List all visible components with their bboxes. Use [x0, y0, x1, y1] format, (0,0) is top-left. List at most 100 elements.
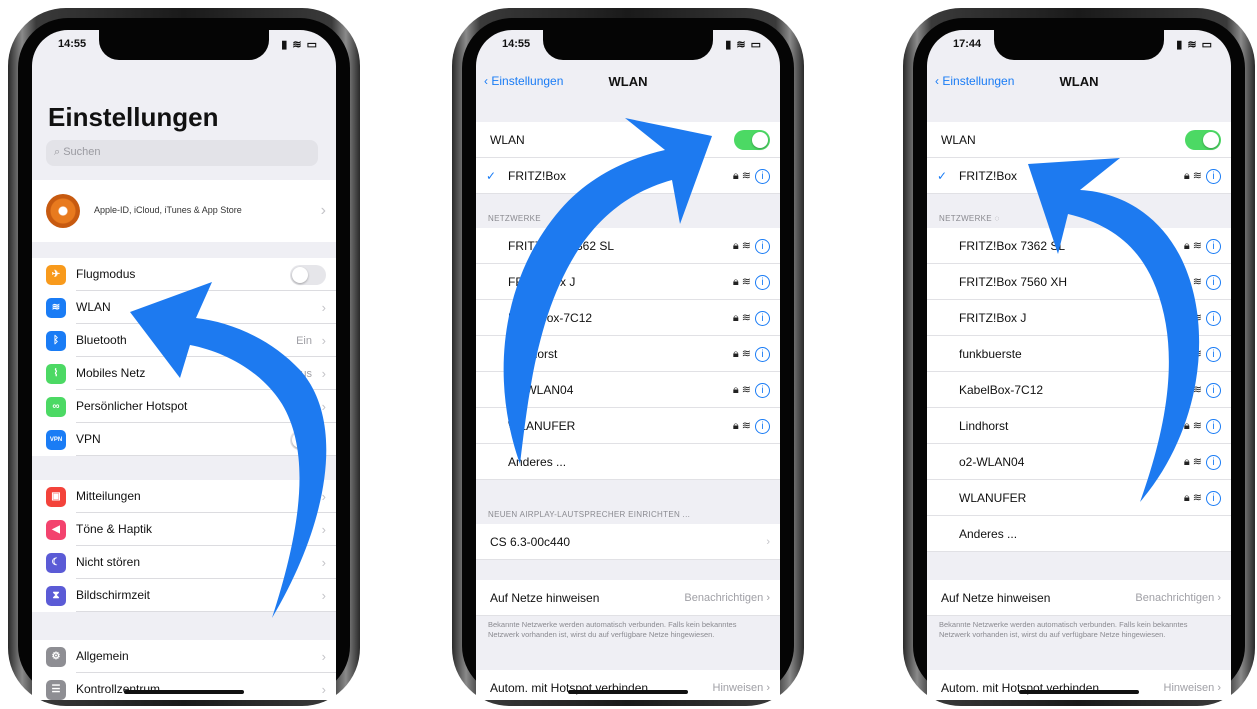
info-icon[interactable]: i — [1206, 310, 1221, 326]
settings-row-vpn[interactable]: VPN VPN — [32, 423, 336, 456]
settings-row-label: Töne & Haptik — [76, 513, 336, 546]
airplay-section-label: NEUEN AIRPLAY-LAUTSPRECHER EINRICHTEN ..… — [488, 510, 691, 519]
wlan-toggle-row: WLAN — [476, 122, 780, 158]
sounds-icon: ◀ — [46, 519, 66, 540]
settings-row-bluetooth[interactable]: ᛒ Bluetooth Ein › — [32, 324, 336, 357]
screen-time-icon: ⧗ — [46, 585, 66, 606]
settings-row-pers-nlicher-hotspot[interactable]: ∞ Persönlicher Hotspot › — [32, 390, 336, 423]
auto-hotspot-row[interactable]: Autom. mit Hotspot verbinden Hinweisen › — [476, 670, 780, 700]
wifi-icon: ≋ — [1192, 420, 1202, 432]
info-icon[interactable]: i — [755, 346, 770, 362]
settings-row-label: Kontrollzentrum — [76, 673, 336, 700]
network-row[interactable]: WLANUFER 🔒︎ ≋ i — [476, 408, 780, 444]
info-icon[interactable]: i — [1206, 382, 1221, 398]
networks-section-label: NETZWERKE ◌ — [939, 214, 1000, 223]
settings-row-kontrollzentrum[interactable]: ☰ Kontrollzentrum › — [32, 673, 336, 700]
wlan-toggle-group: WLAN ✓ FRITZ!Box 🔒︎ ≋ i — [476, 122, 780, 194]
info-icon[interactable]: i — [1206, 454, 1221, 470]
settings-row-allgemein[interactable]: ⚙ Allgemein › — [32, 640, 336, 673]
settings-row-mobiles-netz[interactable]: ⌇ Mobiles Netz us › — [32, 357, 336, 390]
ask-networks-label: Auf Netze hinweisen — [941, 591, 1051, 605]
network-row[interactable]: funkbuerste 🔒︎ ≋ i — [927, 336, 1231, 372]
info-icon[interactable]: i — [755, 168, 770, 184]
flugmodus-toggle[interactable] — [290, 264, 326, 285]
search-input[interactable]: ⌕ Suchen — [46, 140, 318, 166]
connected-network-row[interactable]: ✓ FRITZ!Box 🔒︎ ≋ i — [927, 158, 1231, 194]
network-icons: 🔒︎ ≋ i — [1184, 264, 1221, 300]
search-placeholder: Suchen — [63, 146, 101, 158]
network-row[interactable]: FRITZ!Box 7362 SL 🔒︎ ≋ i — [476, 228, 780, 264]
status-icons: ▮ ≋ ▭ — [281, 39, 318, 51]
connected-network-row[interactable]: ✓ FRITZ!Box 🔒︎ ≋ i — [476, 158, 780, 194]
airplay-device-name: CS 6.3-00c440 — [490, 535, 571, 549]
other-network-row[interactable]: Anderes ... — [927, 516, 1231, 552]
network-row[interactable]: KabelBox-7C12 🔒︎ ≋ i — [476, 300, 780, 336]
info-icon[interactable]: i — [1206, 346, 1221, 362]
wlan-toggle-row: WLAN — [927, 122, 1231, 158]
network-name: o2-WLAN04 — [508, 383, 574, 397]
apple-id-row[interactable]: Apple-ID, iCloud, iTunes & App Store › — [32, 180, 336, 242]
wifi-icon: ≋ — [741, 240, 751, 252]
vpn-toggle[interactable] — [290, 429, 326, 450]
ask-networks-note: Bekannte Netzwerke werden automatisch ve… — [939, 620, 1188, 639]
info-icon[interactable]: i — [1206, 274, 1221, 290]
network-row[interactable]: Lindhorst 🔒︎ ≋ i — [476, 336, 780, 372]
wifi-icon: ≋ — [741, 420, 751, 432]
wlan-label: WLAN — [941, 133, 976, 147]
network-row[interactable]: FRITZ!Box J 🔒︎ ≋ i — [927, 300, 1231, 336]
network-row[interactable]: o2-WLAN04 🔒︎ ≋ i — [927, 444, 1231, 480]
wlan-label: WLAN — [490, 133, 525, 147]
status-time: 14:55 — [502, 38, 531, 50]
lock-icon: 🔒︎ — [732, 170, 739, 182]
settings-row-wlan[interactable]: ≋ WLAN › — [32, 291, 336, 324]
network-row[interactable]: FRITZ!Box 7560 XH 🔒︎ ≋ i — [927, 264, 1231, 300]
nav-bar: ‹ Einstellungen WLAN — [476, 64, 780, 104]
network-icons: 🔒︎ ≋ i — [1184, 228, 1221, 264]
info-icon[interactable]: i — [755, 310, 770, 326]
wifi-icon: ≋ — [741, 276, 751, 288]
settings-row-t-ne-haptik[interactable]: ◀ Töne & Haptik › — [32, 513, 336, 546]
network-name: KabelBox-7C12 — [959, 383, 1044, 397]
other-network-row[interactable]: Anderes ... — [476, 444, 780, 480]
wlan-toggle[interactable] — [1185, 130, 1221, 150]
settings-row-mitteilungen[interactable]: ▣ Mitteilungen › — [32, 480, 336, 513]
avatar — [46, 194, 80, 228]
info-icon[interactable]: i — [755, 274, 770, 290]
settings-group-connectivity: ✈ Flugmodus ≋ WLAN › ᛒ Bluetooth Ein › ⌇ Mobiles N… — [32, 258, 336, 456]
info-icon[interactable]: i — [1206, 490, 1221, 506]
lock-icon: 🔒︎ — [732, 312, 739, 324]
ask-networks-row[interactable]: Auf Netze hinweisen Benachrichtigen › — [927, 580, 1231, 616]
info-icon[interactable]: i — [1206, 418, 1221, 434]
network-row[interactable]: Lindhorst 🔒︎ ≋ i — [927, 408, 1231, 444]
auto-hotspot-row[interactable]: Autom. mit Hotspot verbinden Hinweisen › — [927, 670, 1231, 700]
chevron-right-icon: › — [321, 682, 326, 697]
network-icons: 🔒︎ ≋ i — [1184, 444, 1221, 480]
network-icons: 🔒︎ ≋ i — [733, 336, 770, 372]
airplay-device-row[interactable]: CS 6.3-00c440 › — [476, 524, 780, 560]
info-icon[interactable]: i — [1206, 168, 1221, 184]
wlan-toggle[interactable] — [734, 130, 770, 150]
network-row[interactable]: o2-WLAN04 🔒︎ ≋ i — [476, 372, 780, 408]
settings-row-flugmodus[interactable]: ✈ Flugmodus — [32, 258, 336, 291]
network-row[interactable]: FRITZ!Box 7362 SL 🔒︎ ≋ i — [927, 228, 1231, 264]
settings-row-bildschirmzeit[interactable]: ⧗ Bildschirmzeit › — [32, 579, 336, 612]
network-row[interactable]: FRITZ!Box J 🔒︎ ≋ i — [476, 264, 780, 300]
info-icon[interactable]: i — [755, 238, 770, 254]
network-icons: 🔒︎ ≋ i — [733, 408, 770, 444]
info-icon[interactable]: i — [1206, 238, 1221, 254]
cellular-icon: ⌇ — [46, 363, 66, 384]
network-icons: 🔒︎ ≋ i — [733, 264, 770, 300]
network-row[interactable]: KabelBox-7C12 🔒︎ ≋ i — [927, 372, 1231, 408]
info-icon[interactable]: i — [755, 382, 770, 398]
lock-icon: 🔒︎ — [1183, 348, 1190, 360]
settings-row-label: Allgemein — [76, 640, 336, 673]
nav-title: WLAN — [1059, 74, 1099, 89]
settings-row-nicht-st-ren[interactable]: ☾ Nicht stören › — [32, 546, 336, 579]
wifi-icon: ≋ — [1192, 276, 1202, 288]
network-name: FRITZ!Box — [508, 169, 567, 183]
network-icons: 🔒︎ ≋ i — [1184, 372, 1221, 408]
info-icon[interactable]: i — [755, 418, 770, 434]
network-icons: 🔒︎ ≋ i — [733, 158, 770, 194]
network-row[interactable]: WLANUFER 🔒︎ ≋ i — [927, 480, 1231, 516]
ask-networks-row[interactable]: Auf Netze hinweisen Benachrichtigen › — [476, 580, 780, 616]
